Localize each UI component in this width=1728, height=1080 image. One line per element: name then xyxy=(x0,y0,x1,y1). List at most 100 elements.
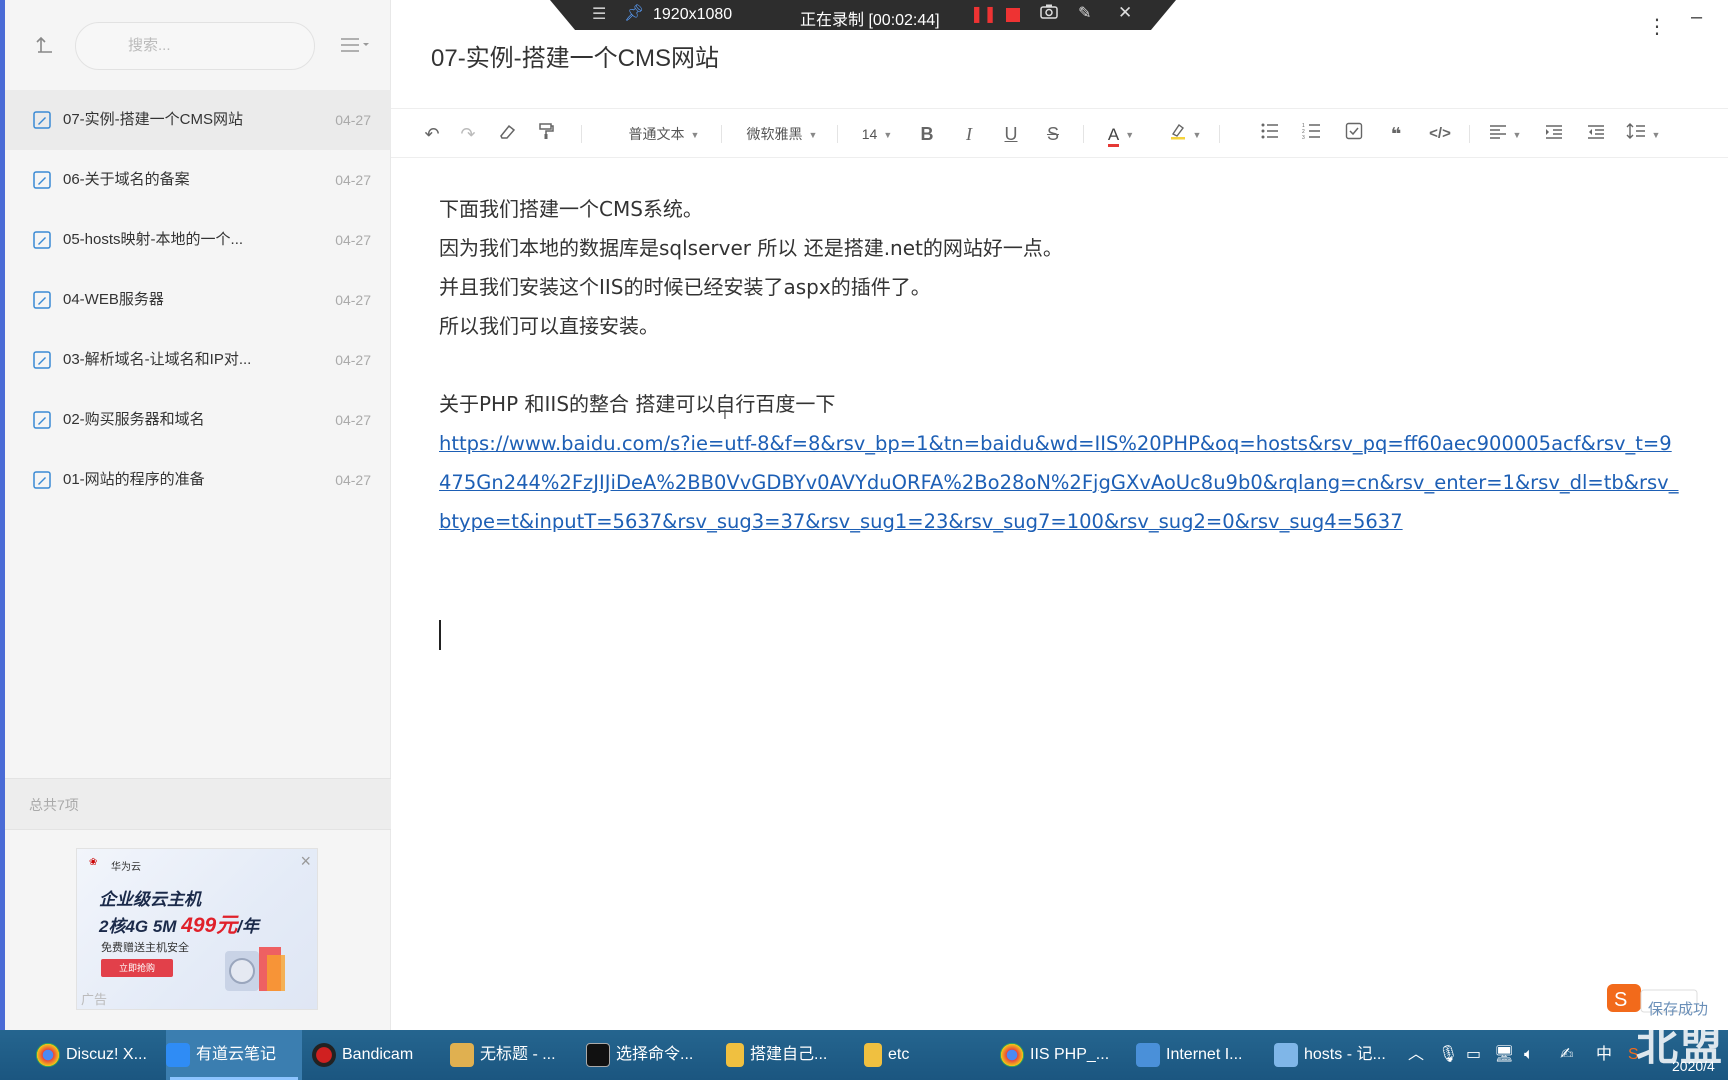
recorder-bar: ☰ 📌︎ 1920x1080 正在录制 [00:02:44] ❚❚ ✎ ✕ xyxy=(550,0,1176,30)
taskbar-item-label: 选择命令... xyxy=(616,1046,694,1063)
list-menu-icon[interactable] xyxy=(337,32,371,58)
recording-resolution: 1920x1080 xyxy=(653,6,733,23)
line-height-icon[interactable]: ▼ xyxy=(1623,121,1663,147)
note-item[interactable]: 07-实例-搭建一个CMS网站 04-27 xyxy=(5,90,391,150)
battery-icon[interactable]: ▭ xyxy=(1466,1030,1481,1080)
pen-icon[interactable]: ✎ xyxy=(1078,3,1091,23)
note-count: 总共7项 xyxy=(29,797,79,813)
note-icon xyxy=(33,291,51,309)
quote-icon[interactable]: ❝ xyxy=(1383,121,1409,147)
chrome-icon xyxy=(1000,1042,1024,1067)
bold-icon[interactable]: B xyxy=(915,121,939,147)
note-title: 05-hosts映射-本地的一个... xyxy=(63,231,244,248)
body-link[interactable]: https://www.baidu.com/s?ie=utf-8&f=8&rsv… xyxy=(439,424,1679,541)
ime-indicator[interactable]: 中 xyxy=(1596,1030,1612,1080)
note-body[interactable]: 下面我们搭建一个CMS系统。 因为我们本地的数据库是sqlserver 所以 还… xyxy=(439,190,1679,541)
outdent-icon[interactable] xyxy=(1583,121,1609,147)
font-family-select[interactable]: 微软雅黑 ▼ xyxy=(737,121,827,147)
note-item[interactable]: 02-购买服务器和域名 04-27 xyxy=(5,390,391,450)
camera-icon[interactable] xyxy=(1040,3,1058,24)
chevron-down-icon: ▼ xyxy=(883,130,893,141)
note-title: 03-解析域名-让域名和IP对... xyxy=(63,351,252,368)
taskbar-item-label: IIS PHP_... xyxy=(1030,1046,1110,1063)
taskbar-item[interactable]: Discuz! X... xyxy=(36,1030,156,1080)
taskbar-item[interactable]: Bandicam xyxy=(312,1030,432,1080)
taskbar-item[interactable]: 选择命令... xyxy=(586,1030,706,1080)
more-icon[interactable]: ⋮ xyxy=(1647,14,1667,39)
text-cursor-pointer-icon: I xyxy=(723,406,727,422)
chrome-icon xyxy=(36,1042,60,1067)
toolbar-divider xyxy=(721,125,722,143)
back-up-icon[interactable] xyxy=(33,32,61,60)
pen-icon[interactable]: ✍︎ xyxy=(1560,1030,1573,1080)
ad-banner[interactable]: ❀ 华为云 × 企业级云主机 2核4G 5M 499元/年 免费赠送主机安全 立… xyxy=(76,848,318,1010)
pause-icon[interactable]: ❚❚ xyxy=(970,4,997,24)
note-title: 06-关于域名的备案 xyxy=(63,171,190,188)
network-icon[interactable]: 🖥︎ xyxy=(1494,1030,1514,1080)
taskbar-item[interactable]: Internet I... xyxy=(1136,1030,1256,1080)
close-icon[interactable]: ✕ xyxy=(1118,3,1132,23)
highlight-color-icon[interactable]: ▼ xyxy=(1165,121,1205,147)
taskbar-item[interactable]: etc xyxy=(864,1030,984,1080)
ad-headline: 企业级云主机 xyxy=(99,890,201,909)
taskbar-item[interactable]: 有道云笔记 xyxy=(166,1030,302,1080)
code-icon[interactable]: </> xyxy=(1425,121,1455,147)
ad-buy-button[interactable]: 立即抢购 xyxy=(101,959,173,977)
youdao-note-icon xyxy=(166,1042,190,1067)
microphone-icon[interactable]: 🎙︎ xyxy=(1438,1030,1458,1080)
toolbar-divider xyxy=(1083,125,1084,143)
note-icon xyxy=(33,351,51,369)
bullet-list-icon[interactable] xyxy=(1257,121,1283,147)
note-date: 04-27 xyxy=(335,292,371,308)
note-icon xyxy=(33,471,51,489)
note-item[interactable]: 03-解析域名-让域名和IP对... 04-27 xyxy=(5,330,391,390)
note-icon xyxy=(33,171,51,189)
volume-icon[interactable]: 🔈︎ xyxy=(1524,1030,1534,1080)
font-color-icon[interactable]: A ▼ xyxy=(1101,121,1141,147)
taskbar-item[interactable]: hosts - 记... xyxy=(1274,1030,1394,1080)
search-input[interactable]: 搜索... xyxy=(75,22,315,70)
checkbox-icon[interactable] xyxy=(1341,121,1367,147)
taskbar-item-label: 有道云笔记 xyxy=(196,1046,277,1063)
strikethrough-icon[interactable]: S xyxy=(1041,121,1065,147)
taskbar-item[interactable]: 搭建自己... xyxy=(726,1030,846,1080)
paint-icon xyxy=(450,1042,474,1067)
underline-icon[interactable]: U xyxy=(999,121,1023,147)
bandicam-icon xyxy=(312,1042,336,1067)
menu-icon[interactable]: ☰ xyxy=(592,4,606,24)
stop-icon[interactable] xyxy=(1006,8,1020,22)
body-line-empty xyxy=(439,346,1679,385)
minimize-icon[interactable]: – xyxy=(1691,6,1702,29)
pin-icon[interactable]: 📌︎ xyxy=(624,3,644,23)
note-date: 04-27 xyxy=(335,472,371,488)
note-item[interactable]: 04-WEB服务器 04-27 xyxy=(5,270,391,330)
iis-manager-icon xyxy=(1136,1042,1160,1067)
eraser-icon[interactable] xyxy=(495,121,521,147)
paragraph-style-value: 普通文本 xyxy=(628,126,685,142)
note-item[interactable]: 05-hosts映射-本地的一个... 04-27 xyxy=(5,210,391,270)
svg-text:3: 3 xyxy=(1302,135,1305,140)
watermark: 北盟 xyxy=(1636,1022,1725,1069)
paragraph-style-select[interactable]: 普通文本 ▼ xyxy=(619,121,709,147)
numbered-list-icon[interactable]: 123 xyxy=(1299,121,1325,147)
undo-icon[interactable]: ↶ xyxy=(419,121,445,147)
show-hidden-icons-icon[interactable]: ︿ xyxy=(1408,1030,1424,1080)
font-color-swatch: A xyxy=(1107,125,1120,147)
note-list: 07-实例-搭建一个CMS网站 04-27 06-关于域名的备案 04-27 0… xyxy=(5,90,391,510)
chevron-down-icon: ▼ xyxy=(808,130,818,141)
note-title-field[interactable]: 07-实例-搭建一个CMS网站 xyxy=(431,38,719,73)
format-painter-icon[interactable] xyxy=(533,121,559,147)
close-icon[interactable]: × xyxy=(300,851,311,872)
text-caret xyxy=(439,620,441,650)
align-left-icon[interactable]: ▼ xyxy=(1485,121,1525,147)
font-size-select[interactable]: 14 ▼ xyxy=(857,121,897,147)
taskbar-item[interactable]: IIS PHP_... xyxy=(1000,1030,1120,1080)
taskbar-item[interactable]: 无标题 - ... xyxy=(450,1030,570,1080)
toolbar-divider xyxy=(1469,125,1470,143)
note-item[interactable]: 01-网站的程序的准备 04-27 xyxy=(5,450,391,510)
redo-icon[interactable]: ↷ xyxy=(455,121,481,147)
note-sidebar: 搜索... 07-实例-搭建一个CMS网站 04-27 06-关于域名的备案 0… xyxy=(5,0,391,1030)
italic-icon[interactable]: I xyxy=(957,121,981,147)
indent-icon[interactable] xyxy=(1541,121,1567,147)
note-item[interactable]: 06-关于域名的备案 04-27 xyxy=(5,150,391,210)
